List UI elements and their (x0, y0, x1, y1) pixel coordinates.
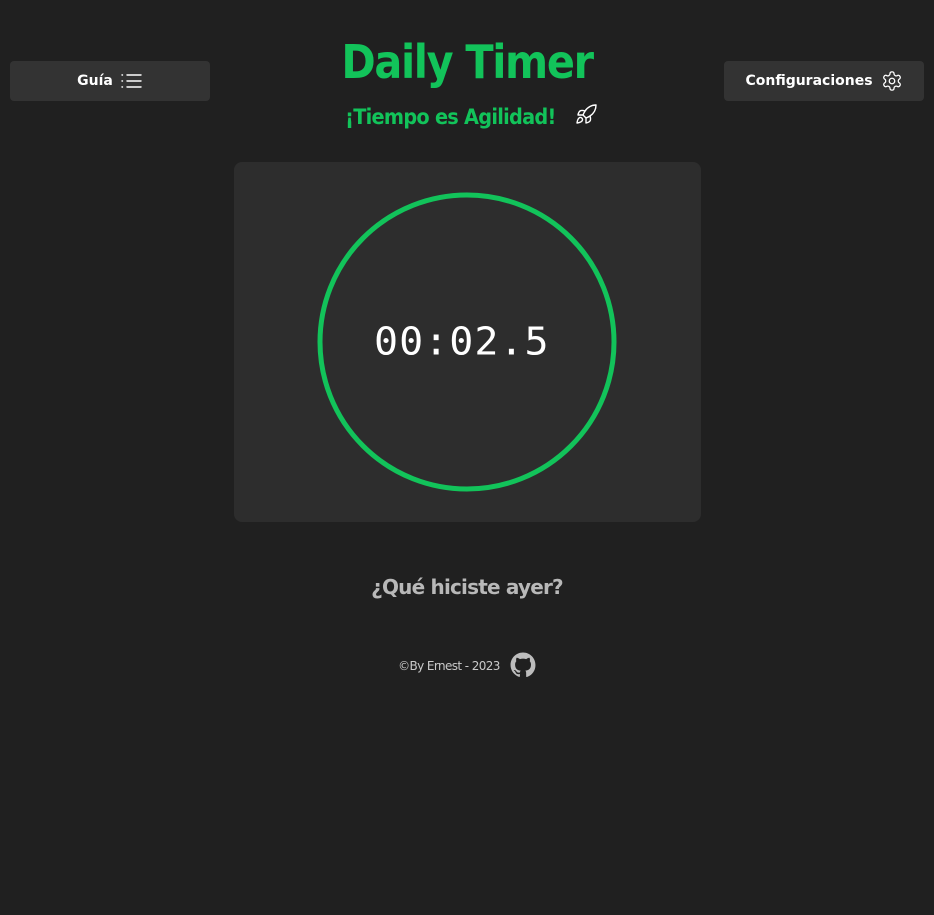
gear-icon (881, 70, 903, 92)
rocket-icon (574, 103, 598, 132)
settings-button[interactable]: Configuraciones (724, 61, 924, 101)
footer: ©By Ernest - 2023 (0, 652, 934, 680)
daily-question: ¿Qué hiciste ayer? (371, 575, 564, 599)
subtitle-text: ¡Tiempo es Agilidad! (344, 105, 556, 129)
app-subtitle: ¡Tiempo es Agilidad! (0, 100, 934, 134)
settings-button-label: Configuraciones (745, 73, 873, 89)
page: Guía Daily Timer ¡Tiempo es Agilidad! Co… (0, 0, 934, 915)
footer-credit: ©By Ernest - 2023 (398, 659, 500, 673)
github-icon[interactable] (510, 652, 536, 681)
timer-display: 00:02.58 (374, 323, 548, 361)
